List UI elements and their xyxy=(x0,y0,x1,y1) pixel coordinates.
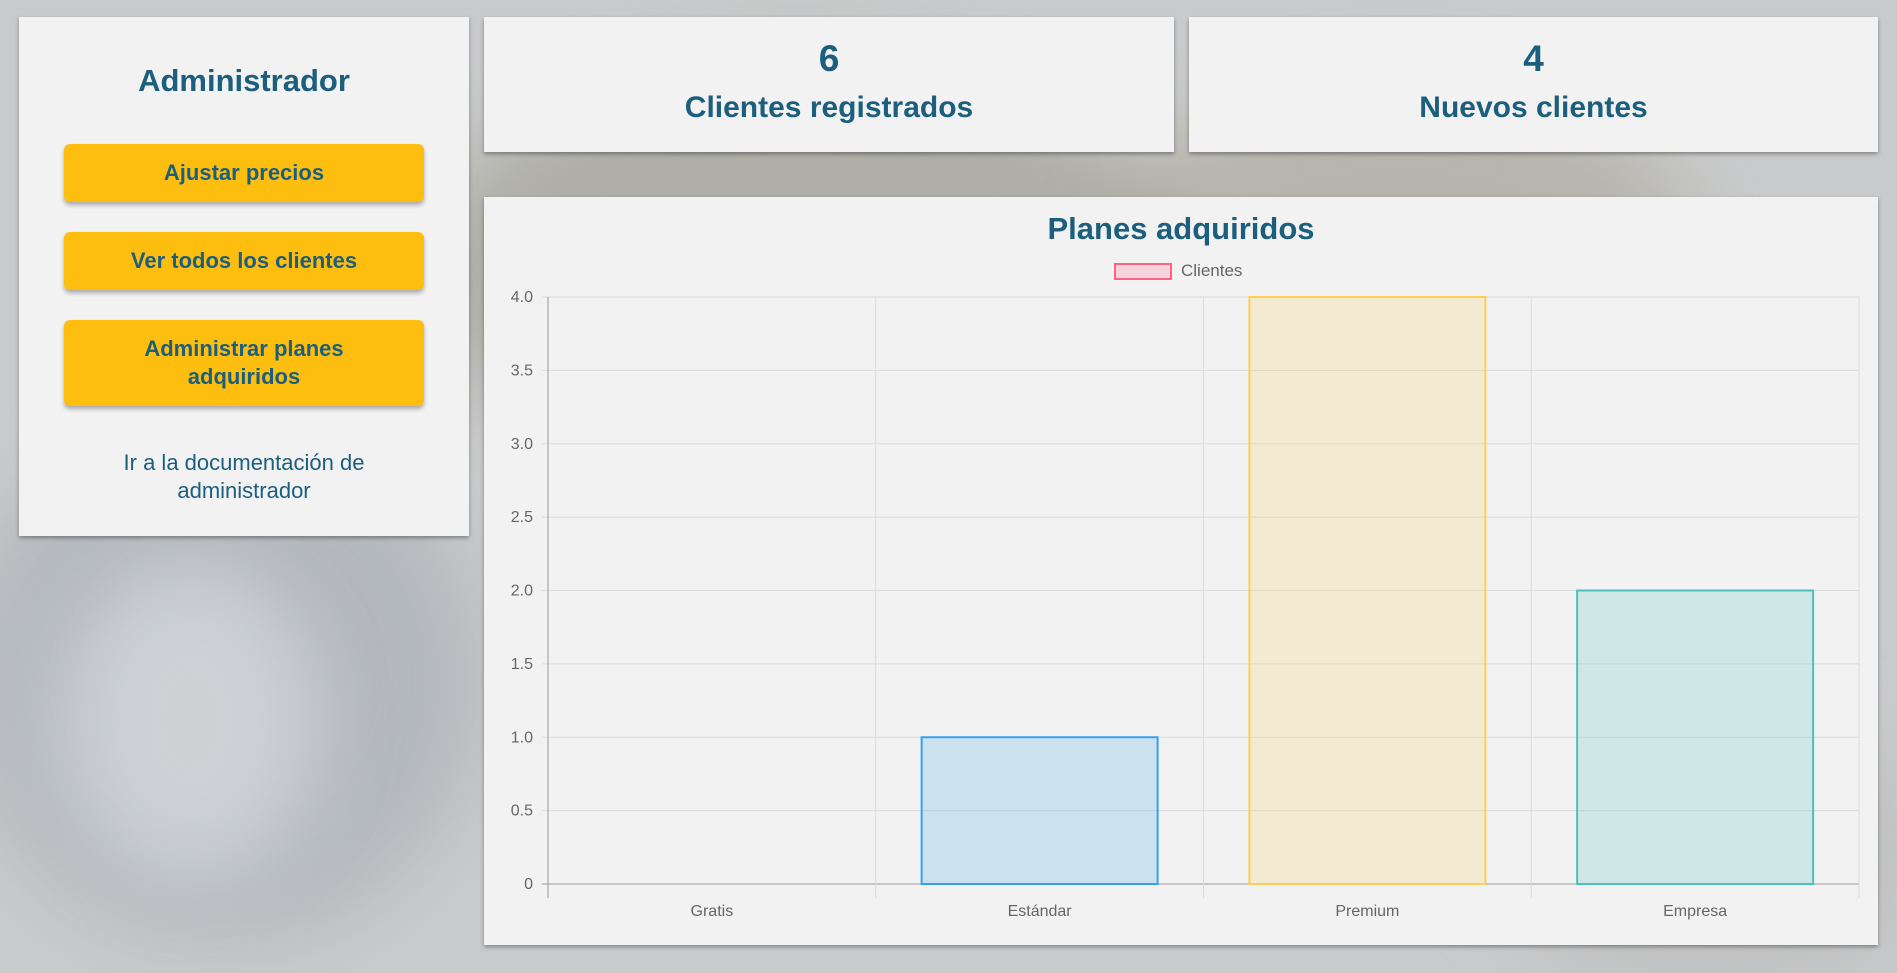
y-tick-label: 3.5 xyxy=(511,362,533,379)
y-tick-label: 2.0 xyxy=(511,583,533,600)
stat-card-registered-clients: 6 Clientes registrados xyxy=(484,17,1174,152)
view-all-clients-button[interactable]: Ver todos los clientes xyxy=(64,232,424,290)
stat-value: 4 xyxy=(1523,38,1544,79)
y-tick-label: 1.0 xyxy=(511,729,533,746)
x-tick-label: Empresa xyxy=(1663,903,1727,920)
stat-label: Nuevos clientes xyxy=(1419,91,1648,124)
y-tick-label: 3.0 xyxy=(511,436,533,453)
bar xyxy=(920,736,1159,885)
stat-label: Clientes registrados xyxy=(684,91,974,124)
y-tick-label: 4.0 xyxy=(511,289,533,306)
admin-panel: Administrador Ajustar precios Ver todos … xyxy=(19,17,469,536)
y-tick-label: 2.5 xyxy=(511,509,533,526)
adjust-prices-button[interactable]: Ajustar precios xyxy=(64,144,424,202)
bar xyxy=(1248,296,1487,885)
bar-chart: 0 0.5 1.0 1.5 2.0 2.5 3.0 3.5 4.0 Gratis Estándar P… xyxy=(511,289,1860,920)
x-tick-label: Gratis xyxy=(691,903,734,920)
y-tick-label: 0 xyxy=(524,876,533,893)
bar xyxy=(1576,589,1815,885)
manage-plans-button[interactable]: Administrar planes adquiridos xyxy=(64,320,424,406)
plans-chart-card: Planes adquiridos Clientes 0 0.5 1.0 1.5 2.0… xyxy=(484,197,1878,945)
x-tick-label: Estándar xyxy=(1008,903,1073,920)
stat-card-new-clients: 4 Nuevos clientes xyxy=(1189,17,1878,152)
admin-title: Administrador xyxy=(138,63,350,98)
y-tick-label: 1.5 xyxy=(511,656,533,673)
stat-value: 6 xyxy=(818,38,840,79)
admin-docs-link[interactable]: Ir a la documentación de administrador xyxy=(79,449,409,505)
x-tick-label: Premium xyxy=(1335,903,1399,920)
y-tick-label: 0.5 xyxy=(511,803,533,820)
